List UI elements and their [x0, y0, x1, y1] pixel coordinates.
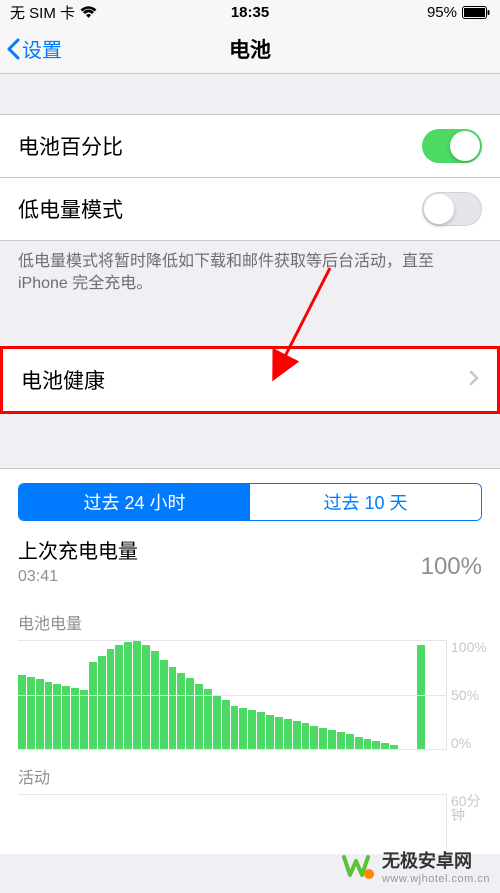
page-title: 电池	[0, 34, 500, 64]
watermark-title: 无极安卓网	[382, 847, 490, 873]
segment-last-10d[interactable]: 过去 10 天	[250, 484, 481, 520]
battery-percentage-switch[interactable]	[422, 129, 482, 163]
last-charge-time: 03:41	[18, 568, 138, 586]
status-time: 18:35	[0, 4, 500, 21]
watermark-logo-icon	[342, 849, 376, 883]
activity-chart-y-axis: 60分钟	[446, 794, 500, 854]
low-power-mode-switch[interactable]	[422, 192, 482, 226]
low-power-mode-cell[interactable]: 低电量模式	[0, 178, 500, 241]
time-range-segmented: 过去 24 小时 过去 10 天	[18, 483, 482, 521]
chevron-right-icon	[469, 368, 479, 392]
activity-chart: 活动 60分钟	[0, 750, 500, 854]
watermark-subtitle: www.wjhotel.com.cn	[382, 873, 490, 885]
y-axis-100: 100%	[451, 640, 487, 654]
y-axis-60min: 60分钟	[451, 794, 494, 822]
activity-chart-title: 活动	[18, 764, 500, 788]
battery-percentage-cell[interactable]: 电池百分比	[0, 114, 500, 178]
battery-health-cell[interactable]: 电池健康	[0, 346, 500, 414]
y-axis-50: 50%	[451, 688, 479, 702]
watermark: 无极安卓网 www.wjhotel.com.cn	[342, 847, 490, 885]
battery-level-chart-title: 电池电量	[18, 610, 500, 634]
battery-level-chart: 电池电量 100% 50% 0%	[0, 592, 500, 750]
nav-bar: 设置 电池	[0, 24, 500, 74]
y-axis-0: 0%	[451, 736, 471, 750]
battery-chart-y-axis: 100% 50% 0%	[446, 640, 500, 750]
segment-last-24h[interactable]: 过去 24 小时	[19, 484, 250, 520]
low-power-note: 低电量模式将暂时降低如下载和邮件获取等后台活动，直至 iPhone 完全充电。	[0, 241, 500, 306]
low-power-mode-label: 低电量模式	[18, 194, 123, 224]
last-charge-percent: 100%	[421, 553, 482, 581]
last-charge-row: 上次充电电量 03:41 100%	[0, 521, 500, 592]
last-charge-title: 上次充电电量	[18, 535, 138, 564]
battery-health-label: 电池健康	[21, 365, 105, 395]
status-bar: 无 SIM 卡 18:35 95%	[0, 0, 500, 24]
battery-percentage-label: 电池百分比	[18, 131, 123, 161]
